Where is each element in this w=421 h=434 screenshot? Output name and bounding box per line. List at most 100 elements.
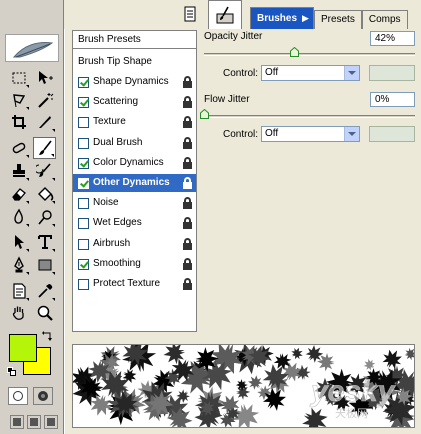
history-brush-icon [35,163,51,177]
opacity-jitter-input[interactable]: 42% [370,31,415,46]
flow-jitter-input[interactable]: 0% [370,92,415,107]
brush-setting-color-dynamics[interactable]: Color Dynamics [73,154,196,172]
opacity-control-label: Control: [223,68,259,79]
standard-screen-mode-button[interactable] [10,415,24,429]
toolbox-grip[interactable] [0,0,64,8]
tab-comps[interactable]: Comps [361,10,408,29]
notes-tool[interactable] [7,280,30,302]
dodge-tool[interactable] [33,206,56,228]
magic-wand-tool[interactable] [33,89,56,111]
brush-setting-protect-texture[interactable]: Protect Texture [73,275,196,293]
brush-presets-label: Brush Presets [78,34,141,45]
checkbox[interactable] [78,198,89,210]
chevron-down-icon[interactable] [344,127,359,141]
maple-leaf-mark [378,345,407,373]
quick-mask-icon [38,391,48,401]
brush-tool[interactable] [33,137,56,159]
flow-minimum-field [369,126,415,142]
brush-presets-header[interactable]: Brush Presets [73,31,196,49]
flow-control-select[interactable]: Off [261,126,360,142]
lock-icon[interactable] [183,96,192,109]
lock-icon[interactable] [183,257,192,270]
foreground-color-swatch[interactable] [9,334,37,362]
magic-wand-icon [37,93,53,108]
marquee-icon [12,72,25,84]
brush-setting-label: Smoothing [93,257,141,269]
marquee-tool[interactable] [7,67,30,89]
checkbox[interactable] [78,157,89,169]
flow-jitter-slider-thumb[interactable] [200,108,209,119]
history-brush-tool[interactable] [33,160,56,182]
lock-icon[interactable] [183,76,192,88]
hand-tool[interactable] [7,302,30,324]
quick-mask-mode-button[interactable] [33,387,53,405]
lock-icon[interactable] [183,237,192,250]
move-tool[interactable] [33,67,56,89]
brush-setting-texture[interactable]: Texture [73,113,196,131]
path-selection-tool[interactable] [7,231,30,253]
opacity-jitter-slider[interactable] [204,53,415,56]
chevron-down-icon[interactable] [344,66,359,80]
checkbox[interactable] [78,137,89,149]
standard-mode-icon [13,391,23,401]
checkbox[interactable] [78,279,89,290]
tool-presets-well[interactable] [208,0,242,29]
lock-icon[interactable] [183,156,192,169]
checkbox[interactable] [78,238,89,250]
clone-stamp-tool[interactable] [7,160,30,182]
brush-setting-shape-dynamics[interactable]: Shape Dynamics [73,73,196,91]
full-screen-mode-button[interactable] [44,415,58,429]
brush-setting-scattering[interactable]: Scattering [73,93,196,111]
path-selection-icon [14,235,24,249]
checkbox[interactable] [78,258,89,270]
lock-icon[interactable] [183,278,192,290]
pen-tool[interactable] [7,254,30,276]
healing-brush-tool[interactable] [7,137,30,159]
paint-bucket-tool[interactable] [33,183,56,205]
adobe-feather-logo[interactable] [5,34,59,62]
swap-colors-icon[interactable] [41,331,53,343]
crop-tool[interactable] [7,111,30,133]
watermark-sub: 天极网 [335,406,368,420]
slice-tool[interactable] [33,111,56,133]
feather-icon [12,42,54,58]
brush-setting-other-dynamics[interactable]: Other Dynamics [73,174,196,192]
eraser-tool[interactable] [7,183,30,205]
tab-brushes[interactable]: Brushes ▶ [250,7,314,29]
flow-jitter-slider[interactable] [204,115,415,118]
checkbox[interactable] [78,77,89,88]
brush-setting-airbrush[interactable]: Airbrush [73,235,196,253]
zoom-tool[interactable] [33,302,56,324]
blur-tool[interactable] [7,206,30,228]
lasso-tool[interactable] [7,89,30,111]
opacity-control-select[interactable]: Off [261,65,360,81]
palette-menu-arrow-icon[interactable]: ▶ [302,8,309,28]
checkbox[interactable] [78,97,89,109]
file-browser-button[interactable] [181,5,199,23]
rectangle-shape-tool[interactable] [33,254,56,276]
opacity-jitter-slider-thumb[interactable] [290,46,299,57]
brush-setting-noise[interactable]: Noise [73,194,196,212]
tab-presets[interactable]: Presets [313,10,362,29]
brush-tip-shape-header[interactable]: Brush Tip Shape [73,53,196,71]
checkbox[interactable] [78,218,89,230]
brush-setting-label: Airbrush [93,237,131,249]
opacity-minimum-field [369,65,415,81]
lock-icon[interactable] [183,197,192,210]
type-tool[interactable] [33,231,56,253]
palette-well-bar: Brushes ▶ Presets Comps [64,0,421,29]
lock-icon[interactable] [183,177,192,189]
checkbox[interactable] [78,117,89,129]
full-screen-menu-mode-button[interactable] [27,415,41,429]
lock-icon[interactable] [183,136,192,149]
opacity-control-value: Off [265,67,279,78]
lock-icon[interactable] [183,217,192,230]
brush-setting-dual-brush[interactable]: Dual Brush [73,134,196,152]
brush-setting-wet-edges[interactable]: Wet Edges [73,214,196,232]
checkbox[interactable] [78,178,89,189]
default-colors-icon[interactable] [7,367,17,377]
lock-icon[interactable] [183,116,192,129]
brush-setting-smoothing[interactable]: Smoothing [73,255,196,273]
standard-mode-button[interactable] [8,387,28,405]
eyedropper-tool[interactable] [33,280,56,302]
